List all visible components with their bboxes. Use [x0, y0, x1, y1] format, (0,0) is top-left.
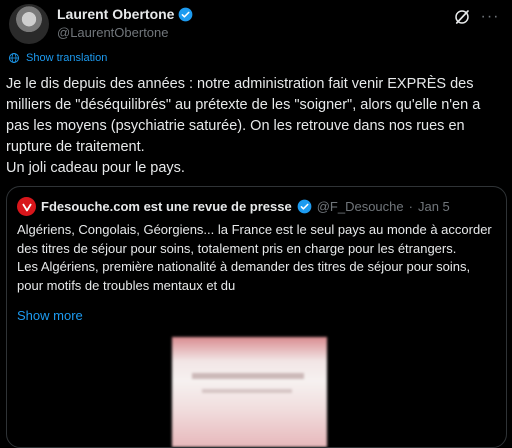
author-avatar[interactable] — [9, 4, 49, 44]
quoted-media-image[interactable] — [172, 337, 327, 447]
show-more-link[interactable]: Show more — [17, 308, 83, 323]
quoted-author-avatar — [17, 197, 36, 216]
quoted-paragraph: Les Algériens, première nationalité à de… — [17, 259, 471, 293]
verified-badge-icon — [179, 7, 193, 21]
quoted-author-handle: @F_Desouche — [316, 199, 404, 214]
author-handle[interactable]: @LaurentObertone — [57, 25, 169, 40]
show-translation-label[interactable]: Show translation — [26, 52, 107, 64]
more-options-icon[interactable]: ··· — [480, 8, 500, 26]
media-blurred-text — [192, 373, 304, 379]
media-blurred-text — [202, 389, 292, 393]
grok-icon[interactable] — [453, 8, 471, 26]
tweet-paragraph: Un joli cadeau pour le pays. — [6, 160, 185, 176]
dot-separator: · — [408, 199, 413, 214]
tweet-paragraph: Je le dis depuis des années : notre admi… — [6, 76, 481, 155]
tweet-text: Je le dis depuis des années : notre admi… — [6, 74, 506, 179]
quoted-tweet-text: Algériens, Congolais, Géorgiens... la Fr… — [17, 221, 497, 295]
author-name-row: Laurent Obertone — [57, 6, 193, 22]
fdesouche-logo-icon — [21, 203, 32, 211]
quoted-paragraph: Algériens, Congolais, Géorgiens... la Fr… — [17, 222, 492, 256]
quoted-tweet-header: Fdesouche.com est une revue de presse @F… — [17, 197, 450, 216]
quoted-author-name: Fdesouche.com est une revue de presse — [41, 199, 292, 214]
verified-badge-icon — [297, 199, 312, 214]
globe-icon — [9, 53, 19, 63]
quoted-tweet-date: Jan 5 — [417, 199, 450, 214]
author-name[interactable]: Laurent Obertone — [57, 6, 174, 22]
quoted-tweet[interactable]: Fdesouche.com est une revue de presse @F… — [6, 186, 507, 448]
show-translation-link[interactable]: Show translation — [8, 52, 107, 64]
